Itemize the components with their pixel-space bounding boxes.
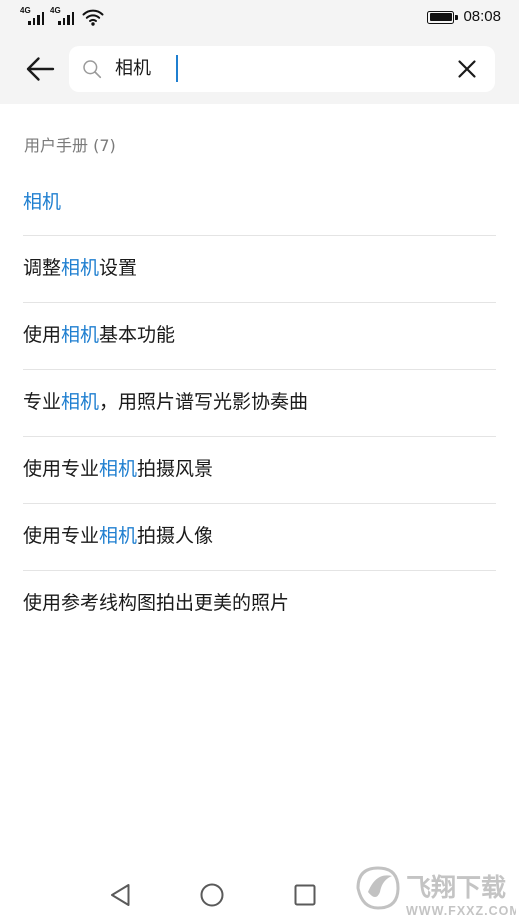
- result-text-after: 设置: [99, 257, 138, 279]
- text-caret: [176, 55, 178, 82]
- status-time: 08:08: [463, 8, 501, 25]
- battery-fill: [429, 13, 452, 21]
- arrow-left-icon: [26, 57, 55, 81]
- sim1-signal-icon: 4G: [20, 7, 46, 27]
- result-text-after: ，用照片谱写光影协奏曲: [99, 391, 309, 413]
- result-text-before: 使用: [23, 324, 62, 346]
- result-item-grid-composition[interactable]: 使用参考线构图拍出更美的照片: [23, 571, 496, 637]
- search-input[interactable]: 相机: [115, 46, 151, 92]
- result-item-adjust-camera-settings[interactable]: 调整相机设置: [23, 236, 496, 303]
- status-left: 4G 4G: [20, 7, 104, 27]
- battery-cap: [455, 14, 458, 20]
- triangle-back-icon: [111, 884, 130, 906]
- result-highlight: 相机: [61, 257, 100, 279]
- back-button[interactable]: [22, 51, 58, 87]
- nav-home-button[interactable]: [197, 880, 227, 910]
- result-item-pro-camera[interactable]: 专业相机，用照片谱写光影协奏曲: [23, 370, 496, 437]
- result-highlight: 相机: [61, 391, 100, 413]
- result-item-camera[interactable]: 相机: [23, 170, 496, 236]
- status-right: 08:08: [427, 6, 501, 28]
- result-item-camera-basics[interactable]: 使用相机基本功能: [23, 303, 496, 370]
- search-result-list: 相机 调整相机设置 使用相机基本功能 专业相机，用照片谱写光影协奏曲 使用专业相…: [0, 170, 519, 637]
- result-highlight: 相机: [99, 525, 138, 547]
- search-header: 相机: [0, 34, 519, 104]
- status-bar: 4G 4G 08:08: [0, 0, 519, 34]
- section-title: 用户手册 (7): [24, 136, 116, 155]
- result-highlight: 相机: [23, 191, 62, 213]
- battery-icon: [427, 10, 458, 24]
- circle-home-icon: [200, 883, 224, 907]
- result-highlight: 相机: [99, 458, 138, 480]
- signal-bars: [58, 12, 74, 25]
- watermark-logo: 飞翔下载 WWW.FXXZ.COM: [354, 862, 516, 920]
- watermark-text: 飞翔下载: [406, 873, 506, 902]
- result-text-after: 基本功能: [99, 324, 176, 346]
- nav-recents-button[interactable]: [290, 880, 320, 910]
- clear-search-button[interactable]: [453, 55, 481, 83]
- search-box[interactable]: 相机: [69, 46, 495, 92]
- result-text-before: 调整: [23, 257, 62, 279]
- close-icon: [458, 60, 476, 78]
- result-text-after: 拍摄风景: [137, 458, 214, 480]
- result-text-before: 使用参考线构图拍出更美的照片: [23, 592, 290, 614]
- result-text-before: 专业: [23, 391, 62, 413]
- result-item-pro-camera-portrait[interactable]: 使用专业相机拍摄人像: [23, 504, 496, 571]
- result-text-after: 拍摄人像: [137, 525, 214, 547]
- square-recents-icon: [294, 884, 316, 906]
- nav-back-button[interactable]: [105, 880, 135, 910]
- search-icon: [83, 60, 102, 79]
- wifi-icon: [82, 9, 104, 26]
- watermark-url: WWW.FXXZ.COM: [406, 904, 516, 918]
- result-item-pro-camera-landscape[interactable]: 使用专业相机拍摄风景: [23, 437, 496, 504]
- result-text-before: 使用专业: [23, 525, 100, 547]
- sim2-signal-icon: 4G: [50, 7, 76, 27]
- signal-bars: [28, 12, 44, 25]
- result-highlight: 相机: [61, 324, 100, 346]
- result-text-before: 使用专业: [23, 458, 100, 480]
